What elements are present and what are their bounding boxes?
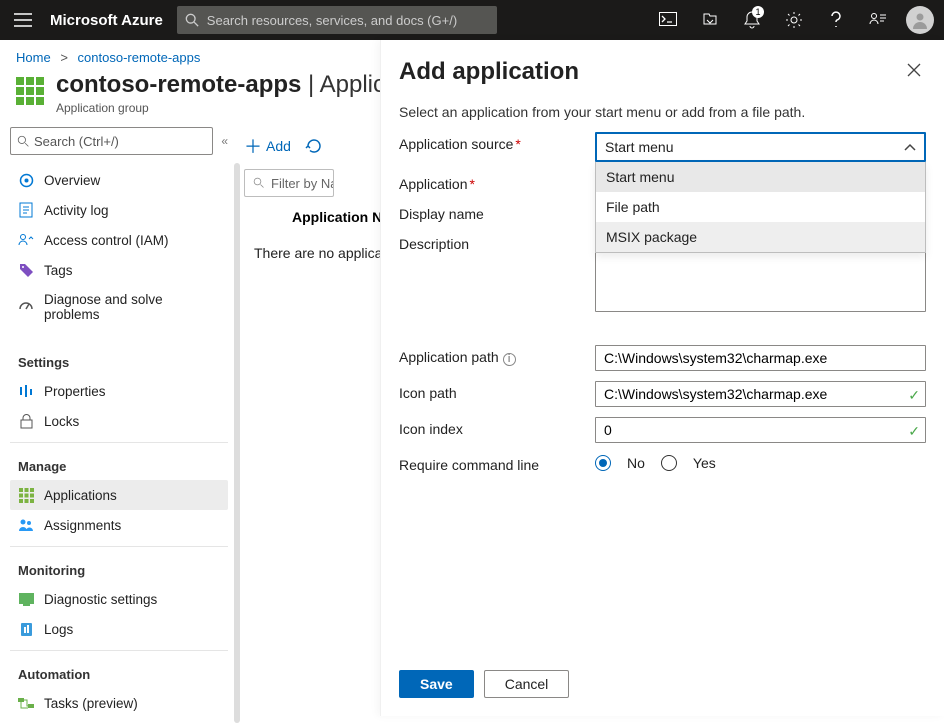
valid-check-icon: ✓ [908,387,920,404]
sidebar-item-logs[interactable]: Logs [10,614,228,644]
radio-yes[interactable] [661,455,677,471]
brand-label: Microsoft Azure [46,12,177,29]
diagnose-icon [18,299,34,315]
sidebar-item-diag-settings[interactable]: Diagnostic settings [10,584,228,614]
sidebar-item-tasks[interactable]: Tasks (preview) [10,688,228,718]
global-nav-toggle[interactable] [0,0,46,40]
dropdown-option-start-menu[interactable]: Start menu [596,162,925,192]
settings-icon[interactable] [774,0,814,40]
search-icon [185,13,199,27]
cloud-shell-icon[interactable] [648,0,688,40]
flyout-intro: Select an application from your start me… [399,104,926,120]
sidebar-label: Properties [44,384,106,399]
source-dropdown[interactable]: Start menu [595,132,926,162]
sidebar-label: Overview [44,173,100,188]
sidebar-section-manage: Manage [10,442,228,480]
sidebar-label: Diagnose and solve problems [44,292,220,322]
sidebar-search[interactable]: Search (Ctrl+/) [10,127,213,155]
user-avatar[interactable] [906,6,934,34]
label-app-path: Application pathi [399,345,595,366]
sidebar-item-tags[interactable]: Tags [10,255,228,285]
label-application: Application* [399,172,595,192]
label-icon-path: Icon path [399,381,595,401]
collapse-sidebar-icon[interactable]: « [221,134,228,148]
search-icon [17,135,30,148]
sidebar-label: Tasks (preview) [44,696,138,711]
sidebar-item-iam[interactable]: Access control (IAM) [10,225,228,255]
source-dropdown-list: Start menu File path MSIX package [595,162,926,253]
activity-log-icon [18,202,34,218]
global-search-placeholder: Search resources, services, and docs (G+… [207,13,457,28]
sidebar-label: Diagnostic settings [44,592,157,607]
sidebar-item-assignments[interactable]: Assignments [10,510,228,540]
assignments-icon [18,517,34,533]
sidebar-label: Tags [44,263,73,278]
sidebar-item-activity-log[interactable]: Activity log [10,195,228,225]
sidebar-section-monitoring: Monitoring [10,546,228,584]
add-button[interactable]: ＋ Add [244,133,291,159]
sidebar-label: Activity log [44,203,109,218]
applications-icon [18,487,34,503]
plus-icon: ＋ [244,133,262,159]
sidebar-search-placeholder: Search (Ctrl+/) [34,134,119,149]
label-source: Application source* [399,132,595,152]
save-button[interactable]: Save [399,670,474,698]
icon-path-input[interactable] [595,381,926,407]
search-icon [253,177,265,189]
dropdown-option-file-path[interactable]: File path [596,192,925,222]
breadcrumb-home[interactable]: Home [16,50,51,65]
overview-icon [18,172,34,188]
refresh-button[interactable] [305,137,323,155]
iam-icon [18,232,34,248]
radio-no[interactable] [595,455,611,471]
breadcrumb-separator: > [54,50,74,65]
add-label: Add [266,138,291,154]
sidebar-label: Applications [44,488,117,503]
tags-icon [18,262,34,278]
source-value: Start menu [605,139,673,155]
sidebar-item-applications[interactable]: Applications [10,480,228,510]
global-search[interactable]: Search resources, services, and docs (G+… [177,6,497,34]
close-icon[interactable] [902,58,926,82]
filter-input[interactable]: Filter by Name [244,169,334,197]
chevron-up-icon [904,143,916,151]
label-icon-index: Icon index [399,417,595,437]
info-icon[interactable]: i [503,353,516,366]
valid-check-icon: ✓ [908,423,920,440]
properties-icon [18,383,34,399]
feedback-icon[interactable] [858,0,898,40]
flyout-title: Add application [399,58,579,86]
breadcrumb-item[interactable]: contoso-remote-apps [78,50,201,65]
sidebar-label: Locks [44,414,79,429]
dropdown-option-msix[interactable]: MSIX package [596,222,925,252]
sidebar-item-properties[interactable]: Properties [10,376,228,406]
icon-index-input[interactable] [595,417,926,443]
sidebar-item-diagnose[interactable]: Diagnose and solve problems [10,285,228,329]
sidebar-label: Assignments [44,518,121,533]
cancel-button[interactable]: Cancel [484,670,570,698]
logs-icon [18,621,34,637]
sidebar-section-automation: Automation [10,650,228,688]
filter-placeholder: Filter by Name [271,176,334,191]
sidebar-item-overview[interactable]: Overview [10,165,228,195]
notifications-icon[interactable]: 1 [732,0,772,40]
tasks-icon [18,695,34,711]
help-icon[interactable] [816,0,856,40]
radio-no-label: No [627,455,645,471]
app-group-icon [16,77,44,105]
app-path-input[interactable] [595,345,926,371]
notification-badge: 1 [752,6,764,18]
sidebar-item-locks[interactable]: Locks [10,406,228,436]
directories-icon[interactable] [690,0,730,40]
sidebar-section-settings: Settings [10,339,228,376]
label-display-name: Display name [399,202,595,222]
label-require-cmd: Require command line [399,453,595,473]
sidebar-label: Logs [44,622,73,637]
label-description: Description [399,232,595,252]
radio-yes-label: Yes [693,455,716,471]
diag-settings-icon [18,591,34,607]
locks-icon [18,413,34,429]
sidebar-label: Access control (IAM) [44,233,169,248]
